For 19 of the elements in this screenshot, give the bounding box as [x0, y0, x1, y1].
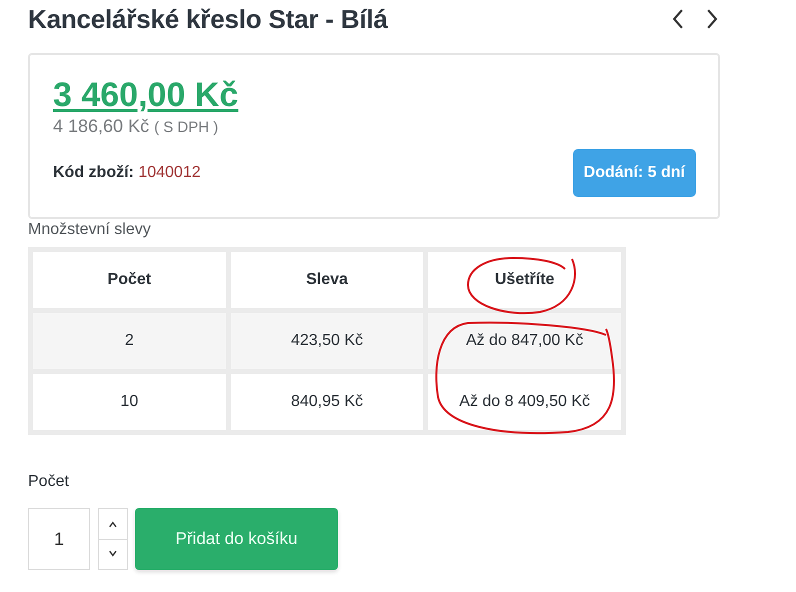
table-cell: Až do 847,00 Kč — [428, 313, 621, 369]
table-cell: 840,95 Kč — [230, 374, 424, 430]
price: 3 460,00 Kč — [53, 75, 238, 115]
quantity-field[interactable]: 1 — [28, 508, 90, 570]
price-with-vat: 4 186,60 Kč ( S DPH ) — [53, 116, 218, 137]
delivery-badge: Dodání: 5 dní — [572, 149, 696, 197]
column-header: Sleva — [230, 252, 424, 308]
product-code: Kód zboží: 1040012 — [53, 164, 201, 182]
table-cell: 2 — [33, 313, 226, 369]
chevron-left-icon — [672, 8, 684, 30]
table-cell: Až do 8 409,50 Kč — [428, 374, 621, 430]
chevron-right-icon — [706, 8, 718, 30]
column-header: Ušetříte — [428, 252, 621, 308]
table-cell: 10 — [33, 374, 226, 430]
column-header: Počet — [33, 252, 226, 308]
product-title: Kancelářské křeslo Star - Bílá — [28, 4, 388, 34]
quantity-label: Počet — [28, 473, 70, 491]
table-cell: 423,50 Kč — [230, 313, 424, 369]
discounts-title: Množstevní slevy — [28, 221, 152, 239]
